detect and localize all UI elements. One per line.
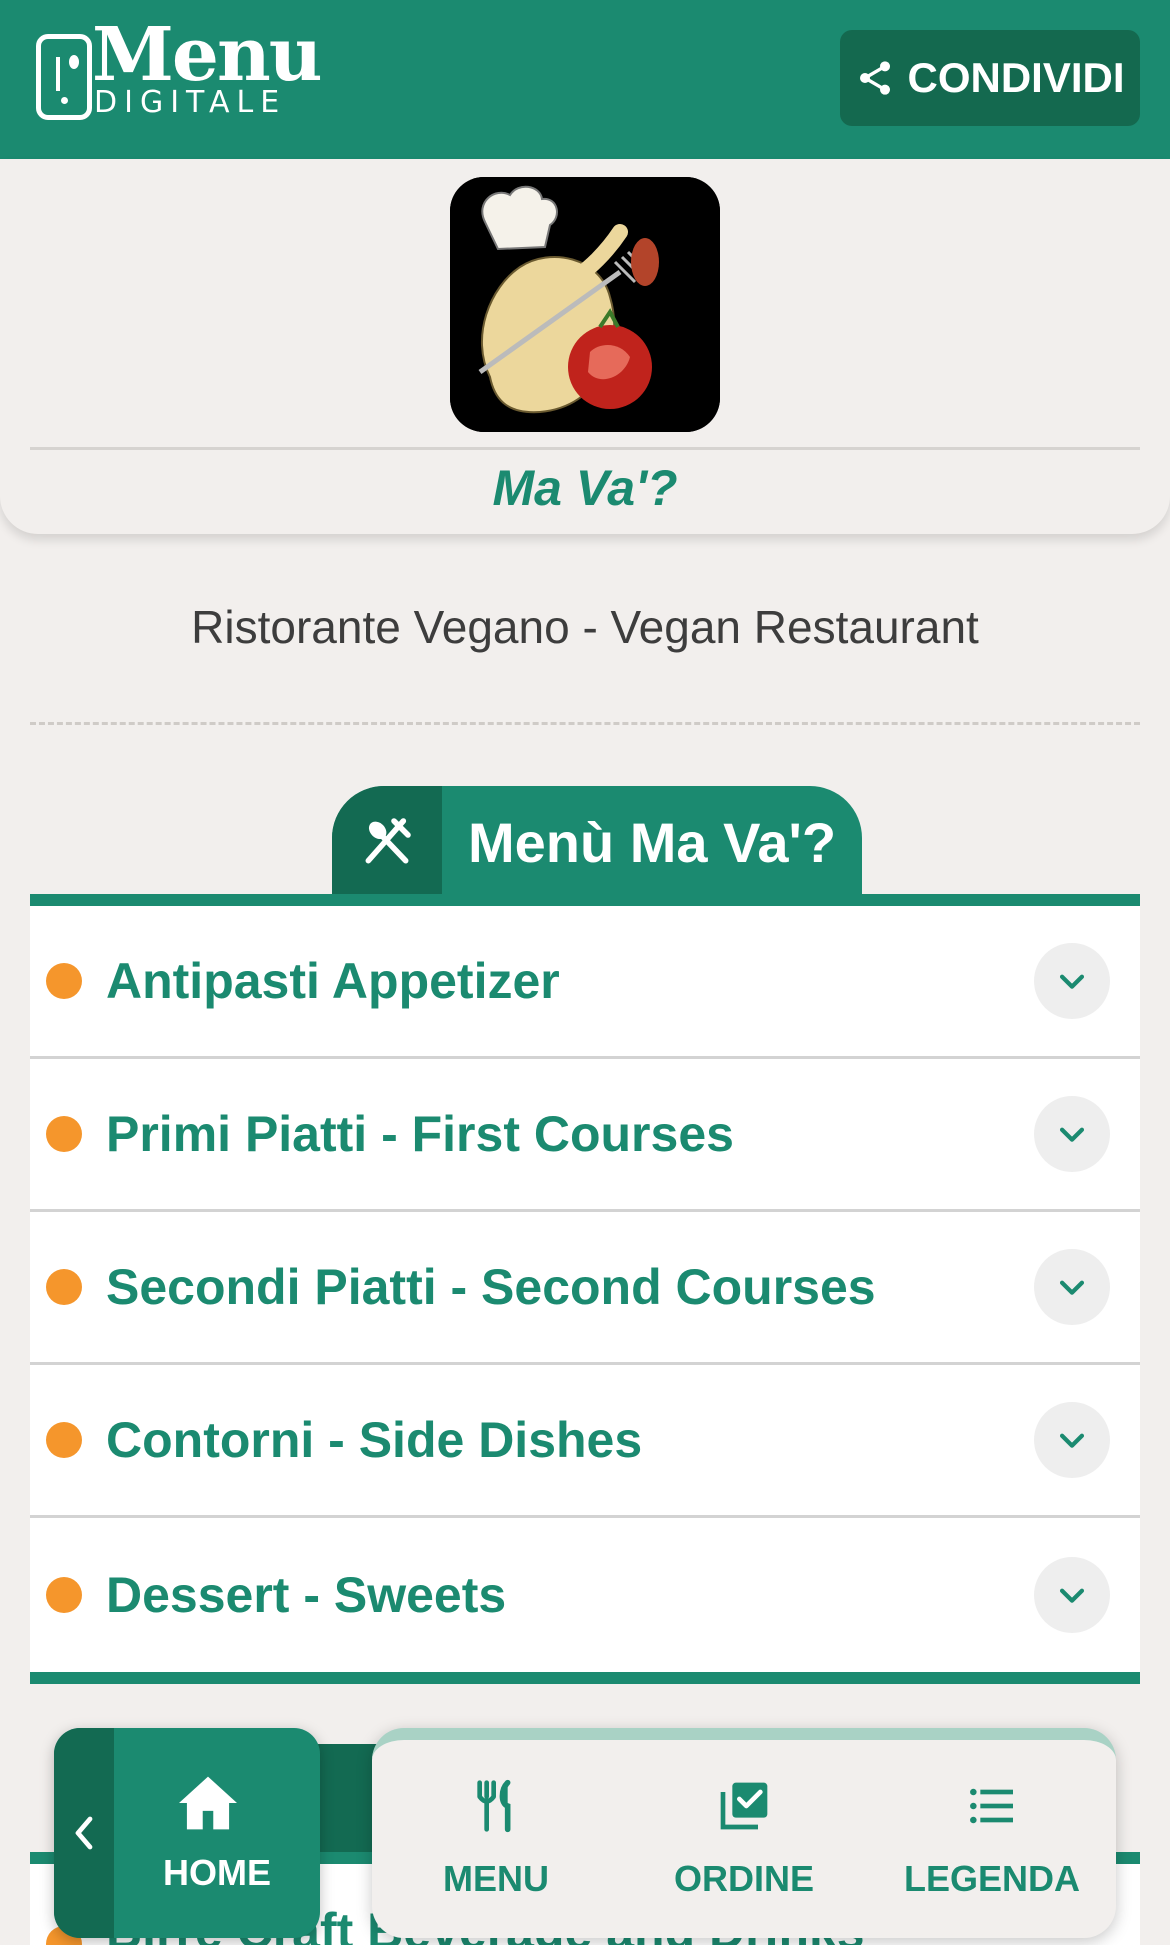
fork-knife-icon (466, 1776, 526, 1836)
restaurant-card: Ma Va'? (0, 159, 1170, 534)
restaurant-tagline: Ristorante Vegano - Vegan Restaurant (191, 601, 979, 653)
logo-text-sub: DIGITALE (94, 85, 287, 120)
bottom-nav-panel: MENU ORDINE LEGENDA (372, 1728, 1116, 1938)
category-dot (46, 963, 82, 999)
card-divider (30, 447, 1140, 450)
nav-home-label: HOME (163, 1852, 271, 1893)
checklist-icon (714, 1776, 774, 1836)
category-dot (46, 1116, 82, 1152)
category-label: Dessert - Sweets (106, 1566, 507, 1623)
logo-text-main: Menu (92, 12, 323, 98)
menu-section-header: Menù Ma Va'? (332, 786, 862, 898)
category-label: Primi Piatti - First Courses (106, 1106, 734, 1162)
phone-cutlery-icon (36, 34, 92, 120)
chevron-down-icon[interactable] (1034, 1249, 1110, 1325)
list-icon (962, 1776, 1022, 1836)
category-label: Secondi Piatti - Second Courses (106, 1259, 876, 1315)
menu-digitale-logo[interactable]: Menu DIGITALE (36, 18, 323, 124)
category-dot (46, 1576, 82, 1613)
fork-spoon-crossed-icon (332, 786, 442, 898)
nav-ordine-button[interactable]: ORDINE (620, 1740, 868, 1938)
menu-category-dessert[interactable]: Dessert - Sweets (30, 1518, 1140, 1671)
menu-category-antipasti[interactable]: Antipasti Appetizer (30, 906, 1140, 1059)
menu-category-secondi[interactable]: Secondi Piatti - Second Courses (30, 1212, 1140, 1365)
top-bar: Menu DIGITALE CONDIVIDI (0, 0, 1170, 159)
chevron-down-icon[interactable] (1034, 943, 1110, 1019)
menu-category-list: Antipasti Appetizer Primi Piatti - First… (30, 894, 1140, 1684)
category-dot (46, 1422, 82, 1458)
nav-home-button[interactable]: HOME (54, 1728, 320, 1938)
nav-menu-label: MENU (443, 1858, 549, 1899)
share-button[interactable]: CONDIVIDI (840, 30, 1140, 126)
nav-legenda-label: LEGENDA (903, 1858, 1080, 1899)
category-dot (46, 1269, 82, 1305)
chevron-down-icon[interactable] (1034, 1556, 1110, 1633)
nav-legenda-button[interactable]: LEGENDA (868, 1740, 1116, 1938)
category-label: Antipasti Appetizer (106, 953, 560, 1009)
nav-ordine-label: ORDINE (673, 1858, 814, 1899)
chevron-down-icon[interactable] (1034, 1096, 1110, 1172)
share-icon (860, 61, 891, 95)
home-icon (179, 1776, 237, 1830)
dashed-divider (30, 722, 1140, 725)
nav-menu-button[interactable]: MENU (372, 1740, 620, 1938)
share-label: CONDIVIDI (907, 54, 1125, 101)
chevron-left-icon[interactable] (54, 1728, 114, 1938)
menu-category-primi[interactable]: Primi Piatti - First Courses (30, 1059, 1140, 1212)
restaurant-name: Ma Va'? (492, 460, 678, 516)
chevron-down-icon[interactable] (1034, 1402, 1110, 1478)
category-label: Contorni - Side Dishes (106, 1412, 643, 1468)
menu-title: Menù Ma Va'? (468, 811, 837, 874)
menu-category-contorni[interactable]: Contorni - Side Dishes (30, 1365, 1140, 1518)
restaurant-logo-image (450, 177, 720, 432)
